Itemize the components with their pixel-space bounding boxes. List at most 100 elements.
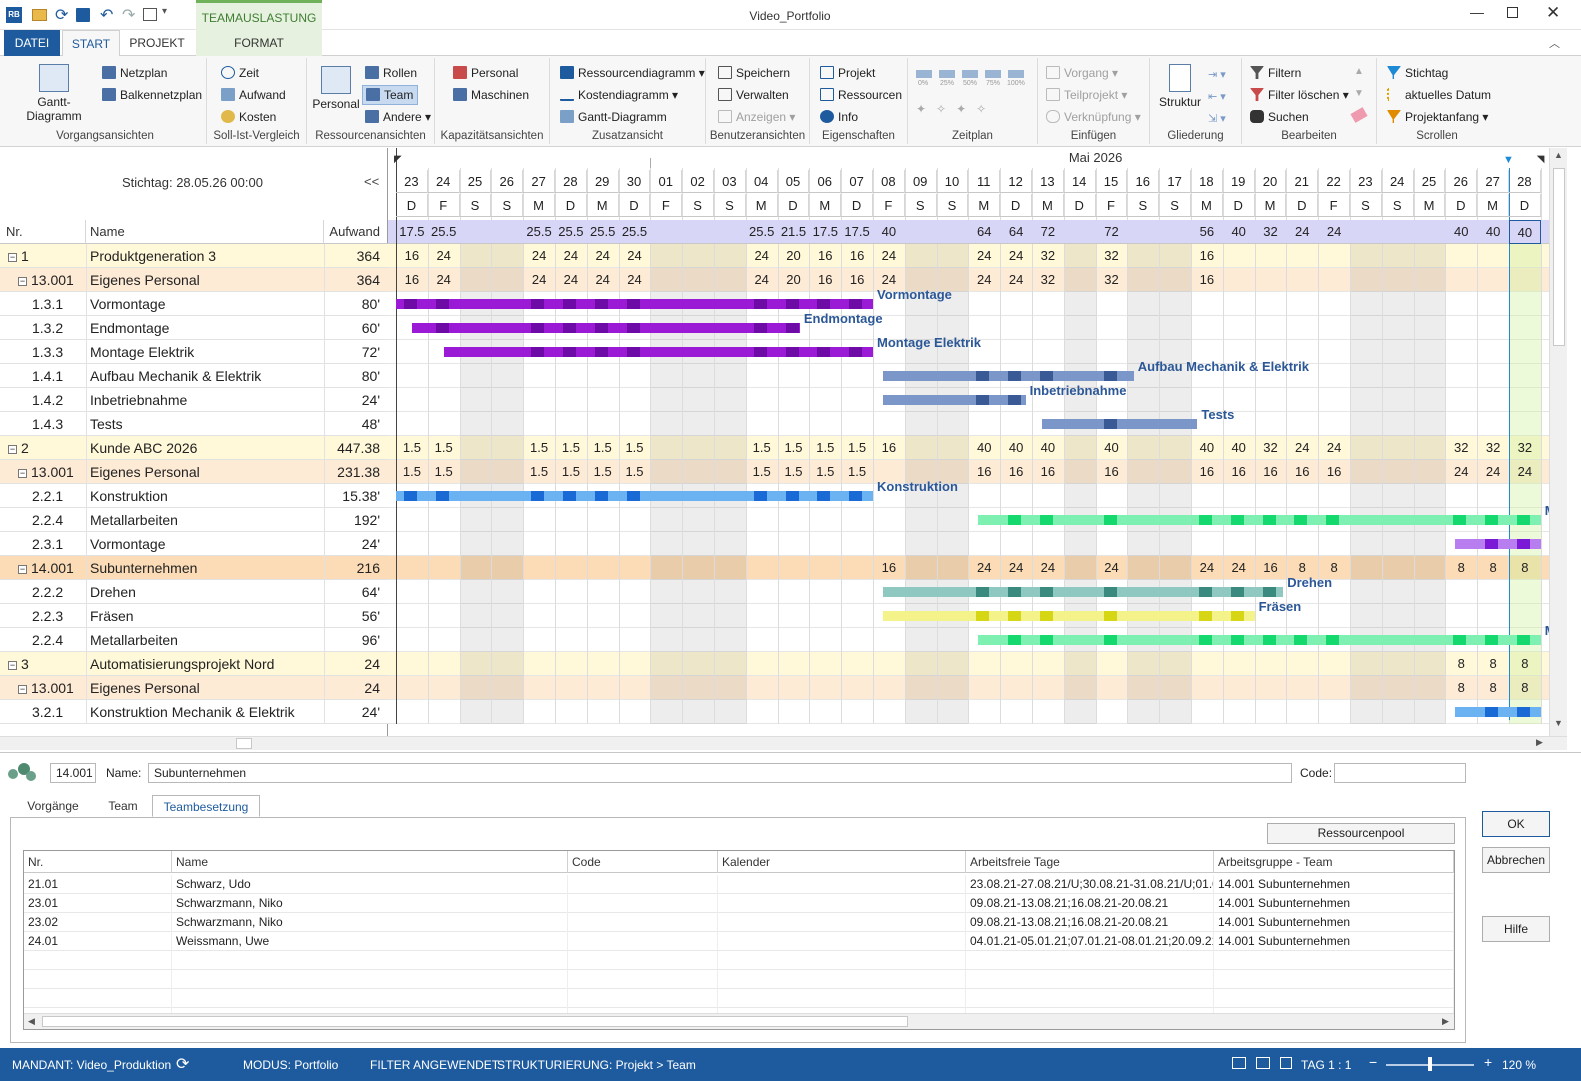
table-row[interactable]: 2.2.1 Konstruktion 15.38' (0, 484, 388, 508)
team-nr-field[interactable]: 14.001 (50, 763, 96, 783)
save-icon[interactable] (76, 8, 90, 22)
expand-toggle-icon[interactable]: − (8, 253, 17, 262)
task-bar[interactable] (1454, 539, 1541, 549)
grid-hscroll[interactable]: ◀ ▶ (24, 1013, 1454, 1029)
ribbon-collapse-icon[interactable]: ︿ (1549, 35, 1560, 51)
grid-row[interactable]: 23.01 Schwarzmann, Niko 09.08.21-13.08.21;… (24, 894, 1454, 913)
tab-datei[interactable]: DATEI (4, 30, 60, 56)
grid-row[interactable] (24, 989, 1454, 1008)
struktur-button[interactable]: Struktur (1156, 64, 1204, 109)
netzplan-button[interactable]: Netzplan (102, 65, 167, 81)
tab-projekt[interactable]: PROJEKT (124, 30, 190, 56)
grid-row[interactable]: 21.01 Schwarz, Udo 23.08.21-27.08.21/U;30.… (24, 875, 1454, 894)
col-header-name[interactable]: Name (86, 220, 324, 244)
end-marker-icon[interactable]: ◥ (1537, 154, 1545, 165)
progress-100-button[interactable] (1008, 70, 1024, 78)
ressourcendiagramm-button[interactable]: Ressourcendiagramm ▾ (560, 65, 705, 81)
view-grid-icon[interactable] (1256, 1057, 1270, 1069)
grid-col-header[interactable]: Arbeitsfreie Tage (966, 851, 1214, 873)
grid-scroll-thumb[interactable] (42, 1016, 908, 1027)
rollen-button[interactable]: Rollen (365, 65, 417, 81)
table-row[interactable]: −1 Produktgeneration 3 364 (0, 244, 388, 268)
abbrechen-button[interactable]: Abbrechen (1482, 847, 1550, 873)
expand-toggle-icon[interactable]: − (18, 565, 27, 574)
aktuelles-datum-button[interactable]: aktuelles Datum (1387, 87, 1491, 103)
projektanfang-marker-icon[interactable]: ◤ (394, 154, 402, 165)
table-row[interactable]: 1.3.2 Endmontage 60' (0, 316, 388, 340)
move-down-icon[interactable]: ▼ (1354, 88, 1364, 99)
horizontal-scrollbar[interactable]: ▶ (0, 736, 1567, 750)
undo-icon[interactable]: ↶ (100, 5, 113, 25)
table-row[interactable]: −3 Automatisierungsprojekt Nord 24 (0, 652, 388, 676)
table-row[interactable]: 1.3.1 Vormontage 80' (0, 292, 388, 316)
task-bar[interactable] (977, 515, 1541, 525)
refresh-icon[interactable]: ⟳ (55, 5, 68, 25)
task-bar[interactable] (396, 491, 873, 501)
ressourcenpool-button[interactable]: Ressourcenpool (1267, 823, 1455, 844)
vertical-scrollbar[interactable]: ▲ ▼ (1549, 148, 1567, 736)
zoom-in-icon[interactable]: + (1484, 1054, 1492, 1070)
speichern-button[interactable]: Speichern (718, 65, 790, 81)
grid-scroll-left-icon[interactable]: ◀ (28, 1016, 35, 1027)
aufwand-button[interactable]: Aufwand (221, 87, 286, 103)
ok-button[interactable]: OK (1482, 811, 1550, 837)
table-row[interactable]: 2.3.1 Vormontage 24' (0, 532, 388, 556)
zoom-out-icon[interactable]: − (1369, 1054, 1377, 1070)
progress-75-button[interactable] (985, 70, 1001, 78)
view-calendar-icon[interactable] (1280, 1057, 1292, 1069)
eig-ressourcen-button[interactable]: Ressourcen (820, 87, 902, 103)
table-row[interactable]: −13.001 Eigenes Personal 24 (0, 676, 388, 700)
zeit-button[interactable]: Zeit (221, 65, 259, 81)
verknuepfung-button[interactable]: Verknüpfung ▾ (1046, 109, 1141, 125)
task-bar[interactable] (882, 395, 1026, 405)
hilfe-button[interactable]: Hilfe (1482, 916, 1550, 942)
tab-vorgaenge[interactable]: Vorgänge (22, 795, 84, 817)
tab-team[interactable]: Team (100, 795, 146, 817)
table-row[interactable]: 2.2.4 Metallarbeiten 192' (0, 508, 388, 532)
gantt-diagramm-button[interactable]: Gantt-Diagramm (10, 64, 98, 123)
grid-col-header[interactable]: Name (172, 851, 568, 873)
zeitplan-tools-icon[interactable]: ✦✧✦✧ (916, 102, 996, 116)
grid-row[interactable] (24, 951, 1454, 970)
table-row[interactable]: 1.4.2 Inbetriebnahme 24' (0, 388, 388, 412)
expand-toggle-icon[interactable]: − (8, 445, 17, 454)
filtern-button[interactable]: Filtern (1250, 65, 1301, 81)
app-icon[interactable]: RB (6, 7, 22, 23)
grid-row[interactable]: 24.01 Weissmann, Uwe 04.01.21-05.01.21;07.… (24, 932, 1454, 951)
expand-toggle-icon[interactable]: − (18, 685, 27, 694)
grid-col-header[interactable]: Code (568, 851, 718, 873)
table-row[interactable]: 3.2.1 Konstruktion Mechanik & Elektrik 24' (0, 700, 388, 724)
projektanfang-button[interactable]: Projektanfang ▾ (1387, 109, 1488, 125)
quick-access-dropdown-icon[interactable]: ▾ (162, 6, 167, 17)
col-header-aufwand[interactable]: Aufwand (324, 220, 388, 244)
table-row[interactable]: 2.2.2 Drehen 64' (0, 580, 388, 604)
vorgang-button[interactable]: Vorgang ▾ (1046, 65, 1118, 81)
grid-scroll-right-icon[interactable]: ▶ (1442, 1016, 1449, 1027)
tab-start[interactable]: START (62, 30, 120, 57)
vertical-scroll-thumb[interactable] (1553, 168, 1565, 346)
eraser-icon[interactable] (1350, 107, 1368, 123)
team-code-field[interactable] (1334, 763, 1466, 783)
minimize-icon[interactable]: — (1470, 4, 1484, 20)
team-name-field[interactable]: Subunternehmen (148, 763, 1292, 783)
task-bar[interactable] (443, 347, 873, 357)
task-bar[interactable] (1454, 707, 1541, 717)
table-row[interactable]: −13.001 Eigenes Personal 231.38 (0, 460, 388, 484)
stichtag-marker-icon[interactable]: ▼ (1503, 154, 1514, 166)
progress-25-button[interactable] (939, 70, 955, 78)
open-folder-icon[interactable] (32, 9, 47, 21)
table-row[interactable]: −13.001 Eigenes Personal 364 (0, 268, 388, 292)
table-scroll-thumb[interactable] (236, 738, 252, 749)
maximize-icon[interactable] (1507, 7, 1518, 18)
progress-50-button[interactable] (962, 70, 978, 78)
kosten-button[interactable]: Kosten (221, 109, 276, 125)
expand-toggle-icon[interactable]: − (18, 277, 27, 286)
table-row[interactable]: 2.2.4 Metallarbeiten 96' (0, 628, 388, 652)
table-row[interactable]: 1.4.3 Tests 48' (0, 412, 388, 436)
grid-col-header[interactable]: Arbeitsgruppe - Team (1214, 851, 1454, 873)
kostendiagramm-button[interactable]: Kostendiagramm ▾ (560, 87, 678, 103)
balkennetzplan-button[interactable]: Balkennetzplan (102, 87, 202, 103)
close-icon[interactable]: ✕ (1546, 3, 1560, 23)
kap-personal-button[interactable]: Personal (453, 65, 518, 81)
task-bar[interactable] (882, 587, 1284, 597)
